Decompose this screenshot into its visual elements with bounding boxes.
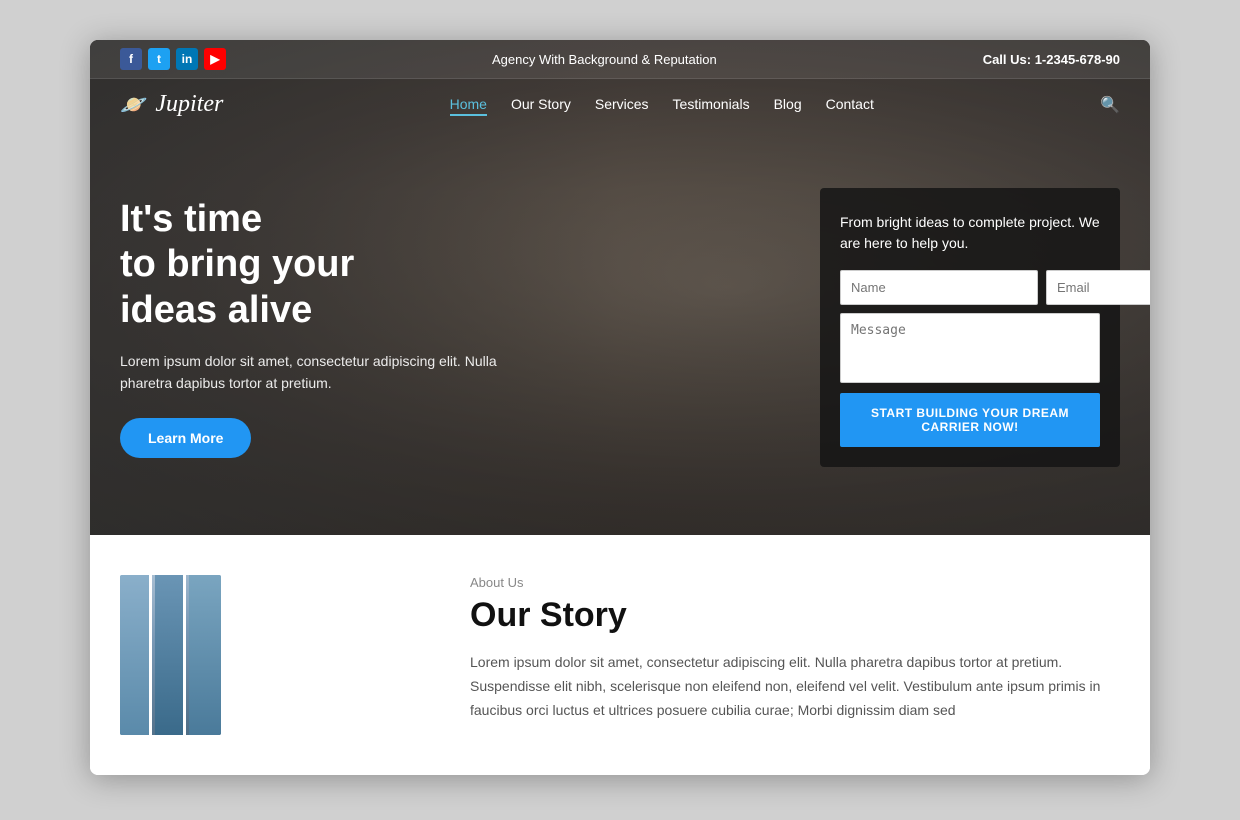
logo-icon: 🪐 <box>120 92 147 118</box>
hero-subtext: Lorem ipsum dolor sit amet, consectetur … <box>120 350 500 395</box>
hero-section: f t in ▶ Agency With Background & Reputa… <box>90 40 1150 535</box>
nav-item-home[interactable]: Home <box>450 96 487 114</box>
form-name-email-row <box>840 270 1100 305</box>
nav-link-services[interactable]: Services <box>595 96 649 112</box>
nav-item-testimonials[interactable]: Testimonials <box>673 96 750 114</box>
top-bar: f t in ▶ Agency With Background & Reputa… <box>90 40 1150 79</box>
tagline: Agency With Background & Reputation <box>492 52 717 67</box>
about-section: About Us Our Story Lorem ipsum dolor sit… <box>90 535 1150 775</box>
nav-item-our-story[interactable]: Our Story <box>511 96 571 114</box>
nav-item-contact[interactable]: Contact <box>826 96 874 114</box>
social-icons-group: f t in ▶ <box>120 48 226 70</box>
about-body: Lorem ipsum dolor sit amet, consectetur … <box>470 651 1120 722</box>
nav-link-testimonials[interactable]: Testimonials <box>673 96 750 112</box>
hero-body: It's timeto bring yourideas alive Lorem … <box>90 130 1150 535</box>
photo-strip-1 <box>120 575 152 735</box>
about-images <box>120 575 430 735</box>
logo-text: Jupiter <box>155 91 223 118</box>
logo[interactable]: 🪐 Jupiter <box>120 91 223 118</box>
contact-card-intro: From bright ideas to complete project. W… <box>840 212 1100 254</box>
nav-link-home[interactable]: Home <box>450 96 487 116</box>
search-icon[interactable]: 🔍 <box>1100 95 1120 115</box>
photo-strip-3 <box>189 575 221 735</box>
about-text: About Us Our Story Lorem ipsum dolor sit… <box>470 575 1120 722</box>
about-label: About Us <box>470 575 1120 590</box>
submit-button[interactable]: START BUILDING YOUR DREAM CARRIER NOW! <box>840 393 1100 447</box>
hero-content: f t in ▶ Agency With Background & Reputa… <box>90 40 1150 535</box>
twitter-icon[interactable]: t <box>148 48 170 70</box>
name-input[interactable] <box>840 270 1038 305</box>
nav-item-blog[interactable]: Blog <box>774 96 802 114</box>
linkedin-icon[interactable]: in <box>176 48 198 70</box>
main-nav: 🪐 Jupiter Home Our Story Services Testim… <box>90 79 1150 130</box>
photo-strip-2 <box>155 575 187 735</box>
message-input[interactable] <box>840 313 1100 383</box>
nav-links: Home Our Story Services Testimonials Blo… <box>450 96 874 114</box>
hero-left-content: It's timeto bring yourideas alive Lorem … <box>120 197 790 459</box>
email-input[interactable] <box>1046 270 1150 305</box>
nav-link-our-story[interactable]: Our Story <box>511 96 571 112</box>
browser-window: f t in ▶ Agency With Background & Reputa… <box>90 40 1150 775</box>
learn-more-button[interactable]: Learn More <box>120 418 251 458</box>
nav-link-blog[interactable]: Blog <box>774 96 802 112</box>
contact-form-card: From bright ideas to complete project. W… <box>820 188 1120 467</box>
phone-number: Call Us: 1-2345-678-90 <box>983 52 1120 67</box>
nav-item-services[interactable]: Services <box>595 96 649 114</box>
youtube-icon[interactable]: ▶ <box>204 48 226 70</box>
about-photo-collage <box>120 575 221 735</box>
about-title: Our Story <box>470 596 1120 635</box>
facebook-icon[interactable]: f <box>120 48 142 70</box>
hero-heading: It's timeto bring yourideas alive <box>120 197 790 334</box>
nav-link-contact[interactable]: Contact <box>826 96 874 112</box>
